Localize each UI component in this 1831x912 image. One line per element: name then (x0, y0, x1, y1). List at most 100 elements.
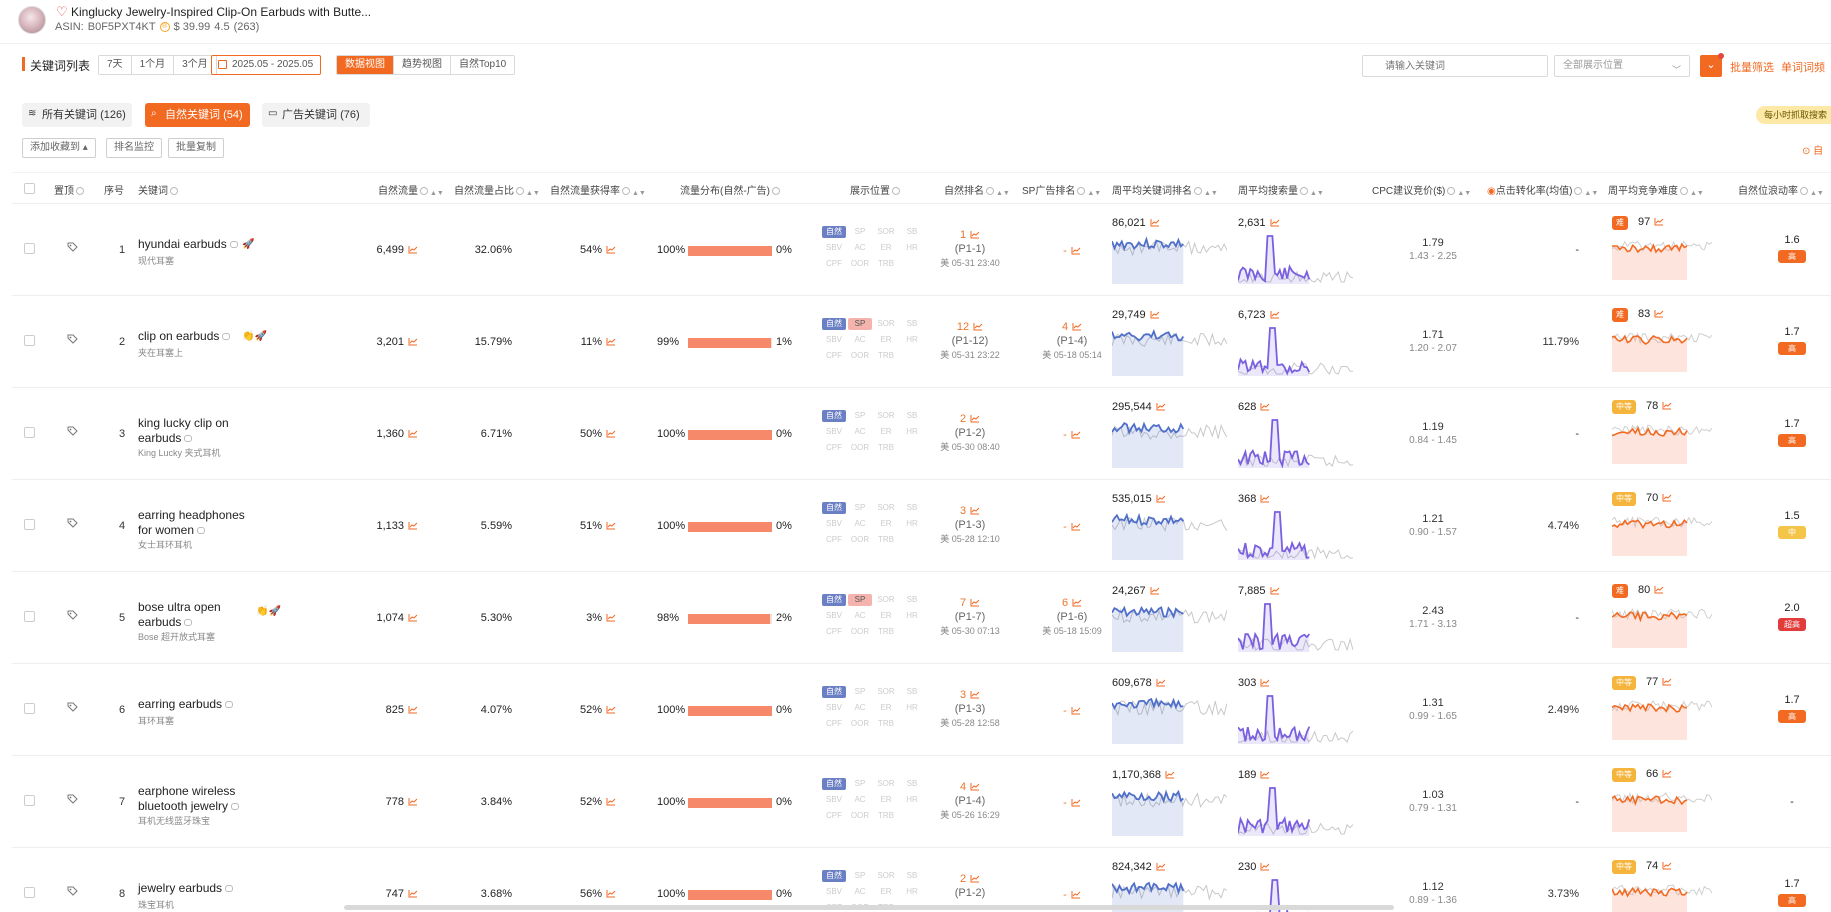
difficulty-sparkline[interactable] (1611, 694, 1713, 743)
copy-icon[interactable]: ® (159, 22, 170, 32)
table-row[interactable]: 5 bose ultra open earbuds Bose 超开放式耳塞 👏🚀 1,0… (12, 572, 1831, 664)
weekly-rank-sparkline[interactable] (1111, 784, 1228, 839)
sp-rank[interactable]: 6 (P1-6) 美 05-18 15:09 (1032, 596, 1112, 638)
auto-link[interactable]: ⊙ 自 (1802, 142, 1823, 157)
col-natural-traffic[interactable]: 自然流量 ▲▼ (378, 182, 444, 197)
tab-ad-keywords[interactable]: ▭ 广告关键词 (76) (262, 103, 370, 127)
table-row[interactable]: 8 jewelry earbuds 珠宝耳机 747 3.68% 56% 100% 0% 自然 S… (12, 848, 1831, 912)
rank-monitor-button[interactable]: 排名监控 (106, 138, 162, 158)
row-checkbox[interactable] (24, 703, 35, 714)
table-row[interactable]: 4 earring headphones for women 女士耳环耳机 1,133… (12, 480, 1831, 572)
col-natural-win[interactable]: 自然流量获得率 ▲▼ (550, 182, 646, 197)
table-row[interactable]: 3 king lucky clip on earbuds King Lucky 夹式… (12, 388, 1831, 480)
row-checkbox[interactable] (24, 611, 35, 622)
difficulty-sparkline[interactable] (1611, 326, 1713, 375)
weekly-rank-sparkline[interactable] (1111, 600, 1228, 655)
difficulty-sparkline[interactable] (1611, 418, 1713, 467)
sp-rank[interactable]: - (1032, 520, 1112, 534)
row-checkbox[interactable] (24, 795, 35, 806)
natural-rank[interactable]: 3 (P1-3) 美 05-28 12:10 (930, 504, 1010, 546)
natural-rank[interactable]: 1 (P1-1) 美 05-31 23:40 (930, 228, 1010, 270)
sp-rank[interactable]: - (1032, 244, 1112, 258)
tag-icon[interactable] (66, 333, 79, 346)
tag-icon[interactable] (66, 425, 79, 438)
keyword-search-input[interactable] (1362, 55, 1548, 77)
row-checkbox[interactable] (24, 335, 35, 346)
natural-rank[interactable]: 3 (P1-3) 美 05-28 12:58 (930, 688, 1010, 730)
product-title[interactable]: Kinglucky Jewelry-Inspired Clip-On Earbu… (71, 5, 371, 19)
view-top10[interactable]: 自然Top10 (451, 56, 515, 74)
date-range-picker[interactable]: 2025.05 - 2025.05 (211, 55, 321, 75)
heart-icon[interactable]: ♡ (56, 5, 68, 18)
weekly-rank-sparkline[interactable] (1111, 692, 1228, 747)
weekly-rank-sparkline[interactable] (1111, 416, 1228, 471)
weekly-search-sparkline[interactable] (1237, 508, 1353, 563)
table-row[interactable]: 7 earphone wireless bluetooth jewelry 耳机无线… (12, 756, 1831, 848)
sp-rank[interactable]: - (1032, 888, 1112, 902)
tab-all-keywords[interactable]: ≋ 所有关键词 (126) (22, 103, 132, 127)
row-checkbox[interactable] (24, 519, 35, 530)
range-3m[interactable]: 3个月 (174, 56, 216, 74)
keyword-link[interactable]: hyundai earbuds (138, 237, 258, 252)
col-natural-share[interactable]: 自然流量占比 ▲▼ (454, 182, 540, 197)
col-sp-rank[interactable]: SP广告排名 ▲▼ (1022, 182, 1101, 197)
tag-icon[interactable] (66, 701, 79, 714)
horizontal-scrollbar[interactable] (344, 905, 1394, 910)
view-data[interactable]: 数据视图 (337, 56, 394, 74)
dropdown-button[interactable]: ⌄ (1700, 53, 1724, 77)
row-checkbox[interactable] (24, 887, 35, 898)
row-checkbox[interactable] (24, 427, 35, 438)
range-1m[interactable]: 1个月 (131, 56, 175, 74)
hourly-crawl-badge[interactable]: 每小时抓取搜索 (1756, 106, 1831, 124)
tag-icon[interactable] (66, 609, 79, 622)
difficulty-sparkline[interactable] (1611, 510, 1713, 559)
add-favorite-button[interactable]: 添加收藏到 ▴ (22, 138, 96, 158)
table-row[interactable]: 6 earring earbuds 耳环耳塞 825 4.07% 52% 100% 0% 自然 S… (12, 664, 1831, 756)
word-frequency-link[interactable]: 单词词频 (1781, 59, 1825, 75)
col-scroll-rate[interactable]: 自然位浪动率 ▲▼ (1738, 182, 1824, 197)
sp-rank[interactable]: 4 (P1-4) 美 05-18 05:14 (1032, 320, 1112, 362)
keyword-link[interactable]: bose ultra open earbuds (138, 600, 258, 630)
col-natural-rank[interactable]: 自然排名 ▲▼ (944, 182, 1010, 197)
natural-rank[interactable]: 12 (P1-12) 美 05-31 23:22 (930, 320, 1010, 362)
position-select[interactable]: 全部展示位置 ﹀ (1554, 55, 1690, 77)
keyword-link[interactable]: king lucky clip on earbuds (138, 416, 258, 446)
view-trend[interactable]: 趋势视图 (394, 56, 451, 74)
natural-rank[interactable]: 2 (P1-2) (930, 872, 1010, 900)
difficulty-sparkline[interactable] (1611, 602, 1713, 651)
tag-icon[interactable] (66, 517, 79, 530)
weekly-search-sparkline[interactable] (1237, 692, 1354, 747)
natural-rank[interactable]: 2 (P1-2) 美 05-30 08:40 (930, 412, 1010, 454)
tag-icon[interactable] (66, 885, 79, 898)
col-weekly-comp[interactable]: 周平均竞争难度 ▲▼ (1608, 182, 1704, 197)
weekly-rank-sparkline[interactable] (1111, 324, 1228, 379)
col-cpc[interactable]: CPC建议竞价($) ▲▼ (1372, 182, 1471, 197)
table-row[interactable]: 2 clip on earbuds 夹在耳塞上 👏🚀 3,201 15.79% 11% 99%… (12, 296, 1831, 388)
sp-rank[interactable]: - (1032, 796, 1112, 810)
batch-filter-link[interactable]: 批量筛选 (1730, 59, 1774, 75)
weekly-rank-sparkline[interactable] (1111, 508, 1228, 563)
select-all-checkbox[interactable] (24, 183, 35, 194)
sp-rank[interactable]: - (1032, 704, 1112, 718)
weekly-search-sparkline[interactable] (1237, 784, 1354, 839)
col-weekly-search[interactable]: 周平均搜索量 ▲▼ (1238, 182, 1324, 197)
difficulty-sparkline[interactable] (1611, 878, 1713, 912)
keyword-link[interactable]: earring headphones for women (138, 508, 258, 538)
range-7d[interactable]: 7天 (99, 56, 132, 74)
weekly-search-sparkline[interactable] (1237, 232, 1354, 287)
batch-copy-button[interactable]: 批量复制 (168, 138, 224, 158)
weekly-search-sparkline[interactable] (1237, 324, 1354, 379)
difficulty-sparkline[interactable] (1611, 786, 1713, 835)
natural-rank[interactable]: 7 (P1-7) 美 05-30 07:13 (930, 596, 1010, 638)
natural-rank[interactable]: 4 (P1-4) 美 05-26 16:29 (930, 780, 1010, 822)
keyword-link[interactable]: earring earbuds (138, 697, 258, 712)
sp-rank[interactable]: - (1032, 428, 1112, 442)
product-thumbnail[interactable] (18, 6, 46, 34)
keyword-link[interactable]: jewelry earbuds (138, 881, 258, 896)
weekly-search-sparkline[interactable] (1237, 600, 1354, 655)
weekly-rank-sparkline[interactable] (1111, 232, 1228, 287)
col-conv[interactable]: ◉点击转化率(均值) ▲▼ (1487, 182, 1598, 197)
keyword-link[interactable]: earphone wireless bluetooth jewelry (138, 784, 258, 814)
keyword-link[interactable]: clip on earbuds (138, 329, 258, 344)
table-row[interactable]: 1 hyundai earbuds 现代耳塞 🚀 6,499 32.06% 54% 100% 0… (12, 204, 1831, 296)
